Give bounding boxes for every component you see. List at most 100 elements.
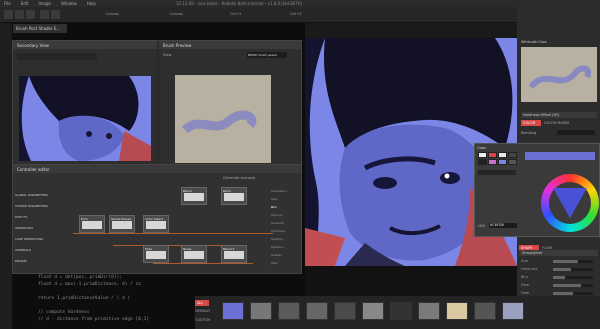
output-item[interactable]: Size [271, 197, 277, 201]
scenario-dropdown[interactable]: Generate scenario [223, 176, 283, 181]
category-item[interactable]: OPERATORS [15, 226, 33, 230]
redo-icon[interactable] [51, 10, 60, 19]
brush-stroke-preview [528, 65, 591, 90]
output-item[interactable]: Gradient [271, 221, 284, 225]
undo-icon[interactable] [40, 10, 49, 19]
slider-track[interactable] [553, 284, 593, 287]
open-icon[interactable] [15, 10, 24, 19]
color-masks-tab[interactable]: COLOR MASKS [542, 120, 582, 126]
controller-node[interactable]: Blend 2 [221, 245, 247, 263]
brush-thumb[interactable] [306, 302, 328, 320]
controller-node[interactable]: Color Select [143, 215, 169, 233]
controller-node[interactable]: Rand [221, 187, 247, 205]
category-item[interactable]: CAKE OPERATIONS [15, 237, 43, 241]
color-tab[interactable]: COLOR [521, 120, 541, 126]
output-item[interactable]: Saturation [271, 189, 287, 193]
slider-track[interactable] [553, 276, 593, 279]
code-line: float d = max(-1.primDistance, d) / sz [38, 282, 141, 287]
color-triangle[interactable] [553, 188, 587, 218]
controller-node[interactable]: Blend [181, 187, 207, 205]
brush-thumb[interactable] [278, 302, 300, 320]
color-panel: Color HEX 6C6FD6 [474, 143, 600, 237]
panel-title: Secondary View [13, 41, 157, 49]
output-item[interactable]: Jitter [271, 261, 278, 265]
slider-row[interactable]: Fade [521, 291, 597, 295]
output-item[interactable]: Blur [271, 205, 277, 209]
secondary-view-canvas[interactable] [19, 76, 151, 161]
preview-label: Wildcode Clips [521, 40, 547, 44]
controller-node[interactable]: Fade [143, 245, 169, 263]
category-item[interactable]: GLOBAL PARAMETERS [15, 193, 48, 197]
new-file-icon[interactable] [4, 10, 13, 19]
floating-panels: Secondary View Brush Preview View BMOD C… [12, 40, 302, 170]
shape-jitter-section[interactable]: Shape/Jitter [519, 250, 598, 256]
menu-file[interactable]: File [4, 1, 11, 6]
brush-thumb[interactable] [446, 302, 468, 320]
output-item[interactable]: Hardness [271, 229, 285, 233]
filter-all[interactable]: ALL [195, 300, 209, 306]
category-item[interactable]: GENERALS [15, 248, 31, 252]
toolbar-label: Ctrl+Y [230, 12, 242, 16]
output-item[interactable]: Rotation [271, 245, 284, 249]
slider-row[interactable]: Flow [521, 283, 597, 287]
brush-stroke [181, 110, 257, 134]
menu-edit[interactable]: Edit [21, 1, 29, 6]
menu-bar: File Edit Image Window Help 12.13.09 - v… [0, 0, 600, 7]
slider-row[interactable]: Hardness [521, 267, 597, 271]
brush-thumb[interactable] [390, 302, 412, 320]
slider-row[interactable]: Size [521, 259, 597, 263]
brush-thumb[interactable] [222, 302, 244, 320]
menu-window[interactable]: Window [61, 1, 77, 6]
menu-help[interactable]: Help [87, 1, 96, 6]
swatch[interactable] [488, 159, 497, 165]
color-wheel[interactable] [541, 174, 599, 232]
save-icon[interactable] [26, 10, 35, 19]
swatch[interactable] [508, 159, 517, 165]
brush-thumb[interactable] [502, 302, 524, 320]
brush-preview-panel: Brush Preview View BMOD Chalk pastel [159, 41, 301, 169]
hardness-offset-tab[interactable]: Hardness Offset (XY) [521, 112, 597, 118]
controller-node[interactable]: Noise [181, 245, 207, 263]
output-item[interactable]: Scatter [271, 253, 282, 257]
code-tab[interactable]: Brush Post Shader E... [13, 24, 67, 33]
slider-row[interactable]: Blur [521, 275, 597, 279]
brush-select[interactable]: BMOD Chalk pastel [247, 52, 287, 58]
code-line: // d - distance from primitive edge [0,1… [38, 317, 150, 322]
blending-slider[interactable] [557, 130, 595, 135]
output-item[interactable]: Spacing [271, 237, 283, 241]
filter-custom[interactable]: CUSTOM [195, 318, 219, 324]
secondary-view-panel: Secondary View [13, 41, 157, 169]
brush-thumb[interactable] [250, 302, 272, 320]
output-item[interactable]: Opacity [271, 213, 283, 217]
swatch[interactable] [498, 159, 507, 165]
filter-default[interactable]: DEFAULT [195, 309, 219, 315]
code-line: float d = dot(pos, primDir[0]); [38, 275, 122, 280]
category-item[interactable]: STROKE PARAMETERS [15, 204, 48, 208]
brush-preview-area[interactable] [175, 75, 271, 163]
swatch[interactable] [478, 159, 487, 165]
node-wire [113, 245, 233, 246]
category-item[interactable]: PATH FX [15, 215, 27, 219]
palette-dropdown[interactable] [478, 170, 516, 175]
current-color[interactable] [525, 152, 595, 160]
menu-image[interactable]: Image [38, 1, 51, 6]
slider-track[interactable] [553, 268, 593, 271]
slider-fill [553, 260, 578, 263]
swatch[interactable] [488, 152, 497, 158]
slider-label: Fade [521, 291, 530, 295]
controller-node[interactable]: Prim [79, 215, 105, 233]
swatch[interactable] [498, 152, 507, 158]
brush-thumb[interactable] [334, 302, 356, 320]
slider-fill [553, 292, 573, 295]
controller-node[interactable]: Stroke Preset [109, 215, 135, 233]
swatch[interactable] [508, 152, 517, 158]
swatch[interactable] [478, 152, 487, 158]
category-item[interactable]: ENGINE [15, 259, 27, 263]
slider-track[interactable] [553, 292, 593, 295]
slider-track[interactable] [553, 260, 593, 263]
brush-thumb[interactable] [474, 302, 496, 320]
hex-input[interactable]: 6C6FD6 [489, 223, 517, 228]
brush-thumb[interactable] [418, 302, 440, 320]
color-panel-title: Color [477, 146, 487, 150]
brush-thumb[interactable] [362, 302, 384, 320]
